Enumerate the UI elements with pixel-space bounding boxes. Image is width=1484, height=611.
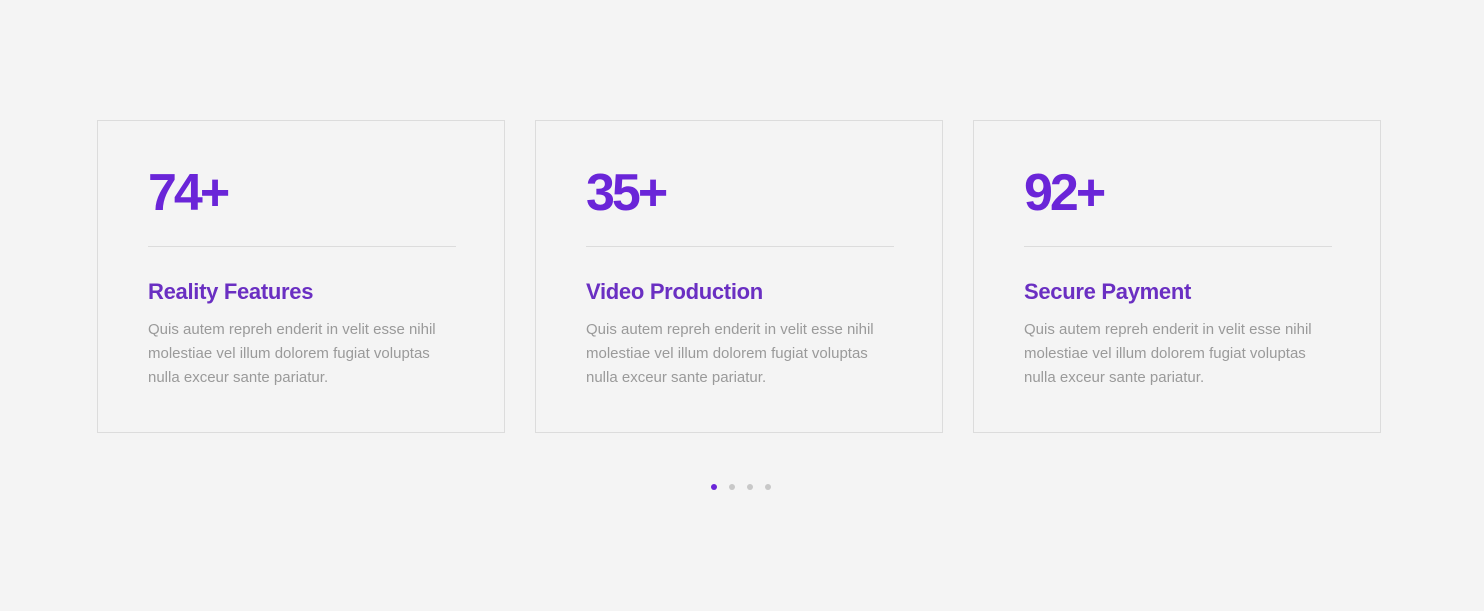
stat-value: 74+ xyxy=(148,164,230,222)
carousel-pagination xyxy=(711,484,771,490)
pagination-dot-2[interactable] xyxy=(729,484,735,490)
pagination-dot-1[interactable] xyxy=(711,484,717,490)
card-title: Reality Features xyxy=(148,279,314,304)
card-description: Quis autem repreh enderit in velit esse … xyxy=(586,321,874,386)
card-title: Video Production xyxy=(586,279,763,304)
stat-card: 92+ Secure Payment Quis autem repreh end… xyxy=(973,120,1381,433)
stat-card: 74+ Reality Features Quis autem repreh e… xyxy=(97,120,505,433)
card-title: Secure Payment xyxy=(1024,279,1191,304)
stats-carousel: 74+ Reality Features Quis autem repreh e… xyxy=(97,120,1381,433)
stat-card: 35+ Video Production Quis autem repreh e… xyxy=(535,120,943,433)
divider xyxy=(586,246,894,247)
stat-value: 92+ xyxy=(1024,164,1106,222)
pagination-dot-3[interactable] xyxy=(747,484,753,490)
card-description: Quis autem repreh enderit in velit esse … xyxy=(1024,321,1312,386)
stat-value: 35+ xyxy=(586,164,668,222)
divider xyxy=(1024,246,1332,247)
pagination-dot-4[interactable] xyxy=(765,484,771,490)
divider xyxy=(148,246,456,247)
card-description: Quis autem repreh enderit in velit esse … xyxy=(148,321,436,386)
